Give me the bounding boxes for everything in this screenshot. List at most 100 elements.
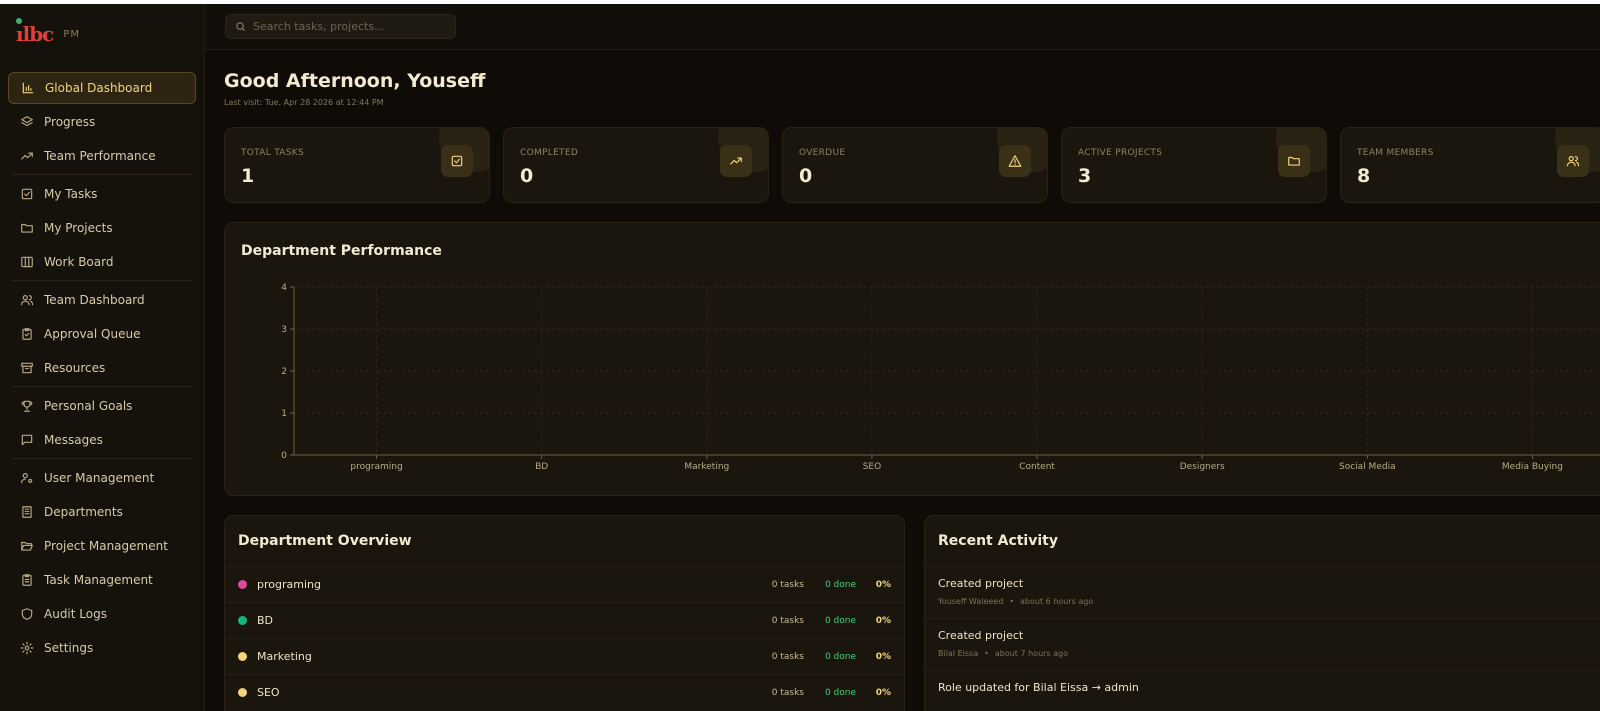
topbar bbox=[205, 4, 1600, 50]
trending-up-icon bbox=[20, 149, 34, 163]
sidebar-item-user-management[interactable]: User Management bbox=[8, 462, 196, 494]
stat-label: OVERDUE bbox=[799, 148, 846, 158]
x-tick-label: BD bbox=[535, 462, 548, 472]
sidebar-item-label: Project Management bbox=[44, 539, 168, 553]
sidebar-item-label: Work Board bbox=[44, 255, 114, 269]
sidebar-item-label: My Projects bbox=[44, 221, 113, 235]
stat-label: ACTIVE PROJECTS bbox=[1078, 148, 1163, 158]
sidebar-item-work-board[interactable]: Work Board bbox=[8, 246, 196, 278]
department-performance-chart: 0 1 2 3 4 programing BD Marketing SEO Content Desi… bbox=[281, 283, 1600, 472]
sidebar-item-label: Resources bbox=[44, 361, 106, 375]
activity-item[interactable]: Created project Youseff Waleeed • about 6 h… bbox=[925, 566, 1600, 618]
user-cog-icon bbox=[20, 471, 34, 485]
y-tick-label: 1 bbox=[281, 409, 287, 419]
sidebar-item-approval-queue[interactable]: Approval Queue bbox=[8, 318, 196, 350]
panel-title: Recent Activity bbox=[938, 533, 1058, 549]
activity-user: Youseff Waleeed bbox=[938, 597, 1004, 606]
folder-open-icon bbox=[20, 539, 34, 553]
department-name: programing bbox=[257, 578, 321, 591]
check-square-icon bbox=[441, 145, 473, 177]
sidebar-item-label: Progress bbox=[44, 115, 96, 129]
shield-icon bbox=[20, 607, 34, 621]
stat-value: 8 bbox=[1357, 165, 1371, 187]
app-logo[interactable]: ılbc PM bbox=[16, 18, 80, 46]
sidebar-item-personal-goals[interactable]: Personal Goals bbox=[8, 390, 196, 422]
department-done-count: 0 done bbox=[824, 687, 856, 698]
nav-divider bbox=[12, 280, 192, 281]
x-tick-label: SEO bbox=[863, 462, 881, 472]
department-task-count: 0 tasks bbox=[771, 651, 804, 662]
bar-chart-icon bbox=[21, 81, 35, 95]
department-color-dot bbox=[238, 616, 247, 625]
department-color-dot bbox=[238, 688, 247, 697]
search-box[interactable] bbox=[225, 14, 456, 39]
stat-card-total-tasks[interactable]: TOTAL TASKS 1 bbox=[224, 127, 490, 203]
sidebar-item-resources[interactable]: Resources bbox=[8, 352, 196, 384]
sidebar-item-team-dashboard[interactable]: Team Dashboard bbox=[8, 284, 196, 316]
stat-value: 1 bbox=[241, 165, 255, 187]
nav-divider bbox=[12, 174, 192, 175]
sidebar-item-label: Global Dashboard bbox=[45, 81, 153, 95]
panel-title: Department Overview bbox=[238, 533, 412, 549]
department-name: BD bbox=[257, 614, 274, 627]
stat-label: TOTAL TASKS bbox=[241, 148, 304, 158]
department-row[interactable]: BD 0 tasks 0 done 0% bbox=[225, 602, 904, 638]
y-tick-label: 2 bbox=[281, 367, 287, 377]
activity-item[interactable]: Created project Bilal Eissa • about 7 hours… bbox=[925, 618, 1600, 670]
activity-meta: Youseff Waleeed • about 6 hours ago bbox=[938, 597, 1093, 606]
sidebar-item-settings[interactable]: Settings bbox=[8, 632, 196, 664]
sidebar-item-label: Messages bbox=[44, 433, 103, 447]
message-icon bbox=[20, 433, 34, 447]
sidebar-item-project-management[interactable]: Project Management bbox=[8, 530, 196, 562]
sidebar-item-my-tasks[interactable]: My Tasks bbox=[8, 178, 196, 210]
activity-item[interactable]: Role updated for Bilal Eissa → admin bbox=[925, 670, 1600, 711]
activity-meta: Bilal Eissa • about 7 hours ago bbox=[938, 649, 1068, 658]
department-row[interactable]: Marketing 0 tasks 0 done 0% bbox=[225, 638, 904, 674]
app-window: ılbc PM Global Dashboard Progress Team Per… bbox=[0, 4, 1600, 711]
recent-activity-panel: Recent Activity Created project Youseff W… bbox=[924, 515, 1600, 711]
department-row[interactable]: SEO 0 tasks 0 done 0% bbox=[225, 674, 904, 710]
activity-title: Role updated for Bilal Eissa → admin bbox=[938, 681, 1139, 694]
sidebar-item-global-dashboard[interactable]: Global Dashboard bbox=[8, 72, 196, 104]
stat-card-active-projects[interactable]: ACTIVE PROJECTS 3 bbox=[1061, 127, 1327, 203]
sidebar-item-progress[interactable]: Progress bbox=[8, 106, 196, 138]
sidebar-item-label: Task Management bbox=[44, 573, 153, 587]
stat-value: 0 bbox=[520, 165, 534, 187]
sidebar-item-label: Team Dashboard bbox=[44, 293, 145, 307]
sidebar-item-my-projects[interactable]: My Projects bbox=[8, 212, 196, 244]
department-row[interactable]: programing 0 tasks 0 done 0% bbox=[225, 566, 904, 602]
sidebar-item-label: Departments bbox=[44, 505, 123, 519]
department-done-count: 0 done bbox=[824, 651, 856, 662]
page-title: Good Afternoon, Youseff bbox=[224, 70, 486, 92]
separator-dot-icon: • bbox=[984, 649, 989, 658]
sidebar-item-label: Audit Logs bbox=[44, 607, 107, 621]
activity-title: Created project bbox=[938, 577, 1024, 590]
trophy-icon bbox=[20, 399, 34, 413]
nav-divider bbox=[12, 386, 192, 387]
sidebar-item-label: Settings bbox=[44, 641, 94, 655]
stat-card-overdue[interactable]: OVERDUE 0 bbox=[782, 127, 1048, 203]
sidebar-item-label: Personal Goals bbox=[44, 399, 133, 413]
stat-card-team-members[interactable]: TEAM MEMBERS 8 bbox=[1340, 127, 1600, 203]
department-name: SEO bbox=[257, 686, 280, 699]
activity-time: about 7 hours ago bbox=[994, 649, 1069, 658]
sidebar-item-label: My Tasks bbox=[44, 187, 98, 201]
x-tick-label: Social Media bbox=[1339, 462, 1396, 472]
users-icon bbox=[1557, 145, 1589, 177]
department-percent: 0% bbox=[875, 687, 891, 698]
sidebar-item-messages[interactable]: Messages bbox=[8, 424, 196, 456]
stat-card-completed[interactable]: COMPLETED 0 bbox=[503, 127, 769, 203]
department-task-count: 0 tasks bbox=[771, 687, 804, 698]
sidebar-item-task-management[interactable]: Task Management bbox=[8, 564, 196, 596]
sidebar-item-label: Approval Queue bbox=[44, 327, 141, 341]
x-tick-label: Media Buying bbox=[1502, 462, 1563, 472]
sidebar-item-label: User Management bbox=[44, 471, 155, 485]
department-done-count: 0 done bbox=[824, 615, 856, 626]
y-tick-label: 3 bbox=[281, 325, 287, 335]
sidebar-item-departments[interactable]: Departments bbox=[8, 496, 196, 528]
gear-icon bbox=[20, 641, 34, 655]
search-input[interactable] bbox=[253, 20, 443, 33]
department-color-dot bbox=[238, 580, 247, 589]
sidebar-item-audit-logs[interactable]: Audit Logs bbox=[8, 598, 196, 630]
sidebar-item-team-performance[interactable]: Team Performance bbox=[8, 140, 196, 172]
